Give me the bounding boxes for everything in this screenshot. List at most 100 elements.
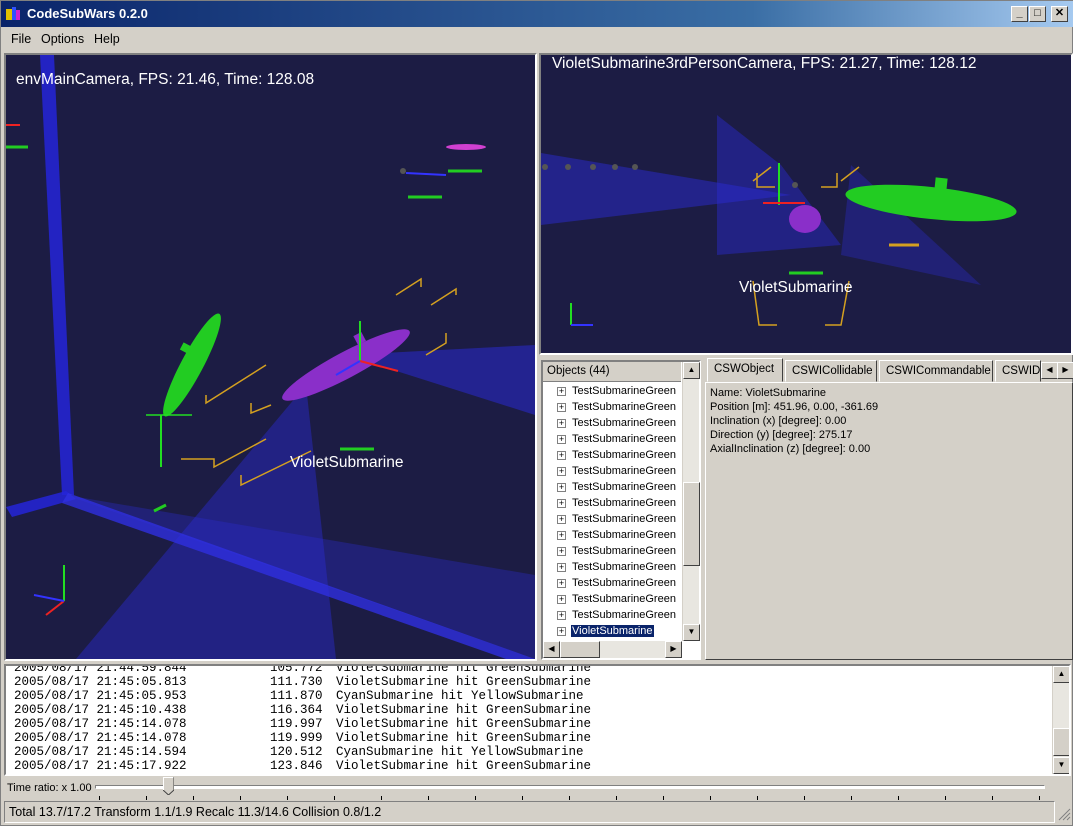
tree-item[interactable]: + TestSubmarineGreen (557, 464, 677, 480)
axis-line (45, 600, 65, 616)
tree-item[interactable]: + TestSubmarineGreen (557, 560, 677, 576)
time-ratio-label: Time ratio: x 1.00 (7, 782, 92, 794)
expand-icon[interactable]: + (557, 595, 566, 604)
tree-item[interactable]: + TestSubmarineGreen (557, 400, 677, 416)
scroll-right-icon[interactable]: ▶ (665, 641, 682, 658)
menu-help[interactable]: Help (94, 32, 120, 46)
status-bar: Total 13.7/17.2 Transform 1.1/1.9 Recalc… (4, 801, 1055, 823)
log-timestamp: 2005/08/17 21:45:14.594 (14, 745, 187, 759)
expand-icon[interactable]: + (557, 515, 566, 524)
tree-item[interactable]: + TestSubmarineGreen (557, 544, 677, 560)
objects-tree-panel[interactable]: Objects (44) + TestSubmarineGreen + TestSub… (541, 360, 701, 660)
main-camera-viewport[interactable]: envMainCamera, FPS: 21.46, Time: 128.08 … (4, 53, 537, 661)
resize-grip-icon[interactable] (1057, 807, 1071, 821)
time-ratio-slider-thumb[interactable] (163, 777, 174, 795)
prop-axial-inclination: AxialInclination (z) [degree]: 0.00 (710, 443, 871, 455)
title-bar[interactable]: CodeSubWars 0.2.0 _ □ ✕ (1, 1, 1073, 27)
log-event: VioletSubmarine hit GreenSubmarine (336, 675, 592, 689)
tank-edge (40, 55, 74, 495)
expand-icon[interactable]: + (557, 435, 566, 444)
tree-item[interactable]: + TestSubmarineGreen (557, 608, 677, 624)
scroll-down-icon[interactable]: ▼ (683, 624, 700, 641)
slider-tick (945, 796, 946, 800)
tree-item-label: TestSubmarineGreen (572, 481, 676, 493)
expand-icon[interactable]: + (557, 563, 566, 572)
log-row: 2005/08/17 21:45:17.922 123.846 VioletSubm… (14, 759, 914, 773)
tree-item-label: TestSubmarineGreen (572, 577, 676, 589)
menu-file[interactable]: File (11, 32, 31, 46)
log-sim-time: 119.997 (270, 717, 323, 731)
prop-position: Position [m]: 451.96, 0.00, -361.69 (710, 401, 879, 413)
tree-item[interactable]: + TestSubmarineGreen (557, 592, 677, 608)
log-vertical-scrollbar[interactable]: ▲ ▼ (1052, 666, 1069, 774)
tab-cswobject[interactable]: CSWObject (707, 358, 783, 382)
tree-item[interactable]: + TestSubmarineGreen (557, 528, 677, 544)
scroll-up-icon[interactable]: ▲ (683, 362, 700, 379)
violet-submarine (789, 205, 821, 233)
time-ratio-slider[interactable] (95, 785, 1045, 789)
event-log[interactable]: 2005/08/17 21:44:59.844 105.772 VioletSubm… (4, 664, 1071, 776)
tree-item[interactable]: + VioletSubmarine (557, 624, 654, 640)
third-person-camera-viewport[interactable]: VioletSubmarine3rdPersonCamera, FPS: 21.… (539, 53, 1073, 355)
tab-cswicommandable[interactable]: CSWICommandable (879, 360, 993, 382)
tree-item-label: TestSubmarineGreen (572, 545, 676, 557)
maximize-button[interactable]: □ (1029, 6, 1046, 22)
log-row: 2005/08/17 21:44:59.844 105.772 VioletSubm… (14, 666, 914, 675)
object-properties: Name: VioletSubmarine Position [m]: 451.… (710, 386, 878, 456)
log-event: CyanSubmarine hit YellowSubmarine (336, 745, 584, 759)
close-button[interactable]: ✕ (1051, 6, 1068, 22)
expand-icon[interactable]: + (557, 627, 566, 636)
slider-tick (287, 796, 288, 800)
expand-icon[interactable]: + (557, 499, 566, 508)
expand-icon[interactable]: + (557, 611, 566, 620)
expand-icon[interactable]: + (557, 403, 566, 412)
expand-icon[interactable]: + (557, 451, 566, 460)
tree-item-label: TestSubmarineGreen (572, 433, 676, 445)
tree-item[interactable]: + TestSubmarineGreen (557, 496, 677, 512)
objects-tree: + TestSubmarineGreen + TestSubmarineGreen + T… (543, 382, 682, 641)
log-row: 2005/08/17 21:45:14.078 119.999 VioletSubm… (14, 731, 914, 745)
main-camera-label: envMainCamera, FPS: 21.46, Time: 128.08 (16, 71, 315, 88)
tree-item[interactable]: + TestSubmarineGreen (557, 448, 677, 464)
objects-horizontal-scrollbar[interactable]: ◀ ▶ (543, 641, 682, 658)
expand-icon[interactable]: + (557, 547, 566, 556)
expand-icon[interactable]: + (557, 531, 566, 540)
log-event: VioletSubmarine hit GreenSubmarine (336, 717, 592, 731)
scroll-thumb[interactable] (1053, 728, 1069, 756)
expand-icon[interactable]: + (557, 467, 566, 476)
slider-tick (1039, 796, 1040, 800)
objects-vertical-scrollbar[interactable]: ▲ ▼ (682, 362, 700, 641)
app-window: CodeSubWars 0.2.0 _ □ ✕ File Options Hel… (0, 0, 1073, 826)
scroll-up-icon[interactable]: ▲ (1053, 666, 1069, 683)
expand-icon[interactable]: + (557, 387, 566, 396)
scroll-thumb[interactable] (560, 641, 600, 658)
tab-scroll-left-icon[interactable]: ◀ (1041, 362, 1058, 379)
objects-header[interactable]: Objects (44) (543, 362, 681, 382)
tab-cswicollidable[interactable]: CSWICollidable (785, 360, 877, 382)
tree-item[interactable]: + TestSubmarineGreen (557, 432, 677, 448)
log-sim-time: 119.999 (270, 731, 323, 745)
tree-item[interactable]: + TestSubmarineGreen (557, 416, 677, 432)
slider-tick (240, 796, 241, 800)
scroll-thumb[interactable] (683, 482, 700, 566)
tree-item[interactable]: + TestSubmarineGreen (557, 512, 677, 528)
menu-options[interactable]: Options (41, 32, 84, 46)
expand-icon[interactable]: + (557, 579, 566, 588)
log-sim-time: 123.846 (270, 759, 323, 773)
expand-icon[interactable]: + (557, 483, 566, 492)
slider-tick (334, 796, 335, 800)
tree-item[interactable]: + TestSubmarineGreen (557, 384, 677, 400)
tree-item[interactable]: + TestSubmarineGreen (557, 480, 677, 496)
scroll-down-icon[interactable]: ▼ (1053, 757, 1069, 774)
tree-item-label: TestSubmarineGreen (572, 497, 676, 509)
prop-direction: Direction (y) [degree]: 275.17 (710, 429, 853, 441)
expand-icon[interactable]: + (557, 419, 566, 428)
health-bar (153, 503, 167, 513)
window-title: CodeSubWars 0.2.0 (27, 6, 148, 21)
tab-scroll-right-icon[interactable]: ▶ (1057, 362, 1073, 379)
minimize-button[interactable]: _ (1011, 6, 1028, 22)
slider-tick (522, 796, 523, 800)
scroll-left-icon[interactable]: ◀ (543, 641, 560, 658)
tab-cswid[interactable]: CSWID (995, 360, 1041, 382)
tree-item[interactable]: + TestSubmarineGreen (557, 576, 677, 592)
